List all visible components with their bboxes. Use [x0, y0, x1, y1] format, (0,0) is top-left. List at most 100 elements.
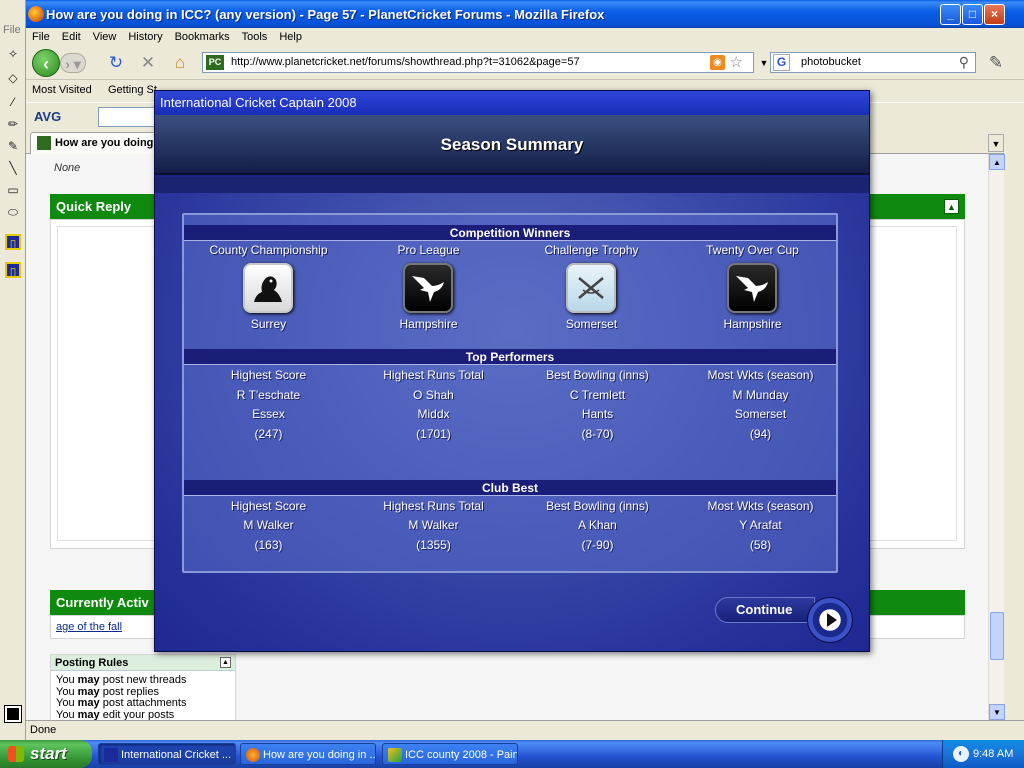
- stat-value: (163): [254, 538, 283, 552]
- menu-tools[interactable]: Tools: [236, 28, 274, 46]
- search-engine-icon[interactable]: G: [773, 54, 790, 71]
- team-name: Middx: [417, 407, 450, 421]
- season-summary-panel: Competition Winners County Championship …: [182, 213, 838, 573]
- ellipse-tool-icon[interactable]: ⬭: [5, 204, 21, 220]
- stat-category: Best Bowling (inns): [546, 368, 649, 382]
- forward-button[interactable]: › ▾: [60, 53, 86, 73]
- color-swatch-icon[interactable]: ▯: [5, 234, 21, 251]
- bookmark-star-icon[interactable]: ☆: [730, 53, 743, 71]
- player-name: R T'eschate: [236, 388, 301, 402]
- rss-feed-icon[interactable]: ◉: [710, 55, 725, 70]
- player-name: M Munday: [732, 388, 789, 402]
- select-tool-icon[interactable]: ✧: [5, 46, 21, 62]
- status-bar: Done: [26, 720, 1024, 740]
- scroll-down-icon[interactable]: ▼: [989, 704, 1005, 720]
- back-button[interactable]: ‹: [32, 49, 60, 77]
- icc-window-title[interactable]: International Cricket Captain 2008: [155, 91, 869, 115]
- line-tool-icon[interactable]: ╲: [5, 160, 21, 176]
- color-swatch-icon[interactable]: ▯: [5, 262, 21, 279]
- taskbar-item-label: International Cricket ...: [121, 749, 232, 761]
- close-button[interactable]: ×: [984, 4, 1005, 25]
- stat-value: (1355): [416, 538, 451, 552]
- posting-rules-list: You may post new threads You may post re…: [56, 674, 187, 720]
- navigation-toolbar: ‹ › ▾ ↻ ✕ ⌂ PC http://www.planetcricket.…: [26, 46, 1024, 80]
- icc-app-icon: [104, 748, 118, 762]
- clock[interactable]: 9:48 AM: [973, 748, 1013, 760]
- continue-arrow-icon[interactable]: [807, 597, 853, 643]
- currently-active-title: Currently Activ: [56, 595, 149, 610]
- minimize-button[interactable]: _: [940, 4, 961, 25]
- taskbar-item-paint[interactable]: ICC county 2008 - Paint: [382, 743, 518, 765]
- menu-bookmarks[interactable]: Bookmarks: [169, 28, 236, 46]
- paint-toolbox: File ✧ ◇ ⁄ ✏ ✎ ╲ ▭ ⬭ ▯ ▯: [0, 0, 26, 740]
- scroll-thumb[interactable]: [990, 612, 1004, 660]
- player-name: M Walker: [408, 518, 459, 532]
- paint-app-icon: [388, 748, 402, 762]
- active-user-link[interactable]: age of the fall: [56, 621, 122, 633]
- posting-rules-box: Posting Rules ▲ You may post new threads…: [50, 654, 236, 720]
- stat-value: (247): [254, 427, 283, 441]
- collapse-icon[interactable]: ▲: [944, 199, 959, 214]
- lion-emblem-icon: [243, 263, 293, 313]
- tab-list-dropdown-icon[interactable]: ▼: [988, 134, 1004, 152]
- menu-view[interactable]: View: [87, 28, 123, 46]
- top-performers-header: Top Performers: [184, 349, 836, 365]
- team-name: Somerset: [734, 407, 787, 421]
- stat-category: Most Wkts (season): [707, 499, 814, 513]
- eraser-tool-icon[interactable]: ◇: [5, 70, 21, 86]
- scroll-up-icon[interactable]: ▲: [989, 154, 1005, 170]
- icc-header-stripe: [155, 177, 869, 193]
- posting-rules-header: Posting Rules ▲: [51, 655, 235, 671]
- reload-icon[interactable]: ↻: [106, 53, 126, 73]
- status-text: Done: [30, 724, 57, 736]
- site-favicon-icon: PC: [206, 55, 224, 70]
- quick-reply-title: Quick Reply: [56, 199, 132, 214]
- competition-name: Challenge Trophy: [544, 243, 639, 257]
- current-color-icon[interactable]: [4, 705, 22, 723]
- maximize-button[interactable]: □: [962, 4, 983, 25]
- continue-button[interactable]: Continue: [715, 597, 815, 623]
- brush-tool-icon[interactable]: ✎: [5, 138, 21, 154]
- competition-winners-header: Competition Winners: [184, 225, 836, 241]
- stat-value: (94): [749, 427, 772, 441]
- menu-file[interactable]: File: [26, 28, 56, 46]
- taskbar: start International Cricket ... How are …: [0, 740, 1024, 768]
- rectangle-tool-icon[interactable]: ▭: [5, 182, 21, 198]
- url-bar[interactable]: PC http://www.planetcricket.net/forums/s…: [202, 52, 754, 73]
- search-icon[interactable]: ⚲: [959, 54, 969, 71]
- menu-help[interactable]: Help: [273, 28, 308, 46]
- paint-file-menu[interactable]: File: [3, 24, 21, 36]
- eyedropper-tool-icon[interactable]: ⁄: [5, 94, 21, 110]
- avg-logo: AVG: [34, 109, 62, 124]
- pencil-tool-icon[interactable]: ✏: [5, 116, 21, 132]
- menu-edit[interactable]: Edit: [56, 28, 87, 46]
- stat-value: (58): [749, 538, 772, 552]
- stat-value: (1701): [416, 427, 451, 441]
- search-input[interactable]: photobucket: [801, 56, 861, 68]
- url-text: http://www.planetcricket.net/forums/show…: [231, 56, 580, 68]
- icc-header: Season Summary: [155, 115, 869, 175]
- extension-icon[interactable]: ✎: [986, 53, 1006, 73]
- hawk-emblem-icon: [727, 263, 777, 313]
- stop-icon[interactable]: ✕: [138, 53, 158, 73]
- start-button[interactable]: start: [0, 740, 92, 768]
- firefox-titlebar[interactable]: How are you doing in ICC? (any version) …: [0, 0, 1024, 28]
- menu-history[interactable]: History: [122, 28, 168, 46]
- page-scrollbar[interactable]: ▲ ▼: [988, 154, 1005, 720]
- taskbar-item-icc[interactable]: International Cricket ...: [98, 743, 236, 765]
- stat-value: (8-70): [581, 427, 614, 441]
- taskbar-item-firefox[interactable]: How are you doing in ...: [240, 743, 376, 765]
- firefox-icon: [28, 6, 44, 22]
- tray-icon[interactable]: ◐: [953, 746, 969, 762]
- winner-name: Hampshire: [723, 317, 782, 331]
- home-icon[interactable]: ⌂: [170, 53, 190, 73]
- collapse-icon[interactable]: ▲: [220, 657, 231, 668]
- tab-forum-thread[interactable]: How are you doing i: [30, 132, 170, 154]
- stat-category: Highest Score: [230, 499, 307, 513]
- stat-category: Highest Runs Total: [383, 368, 484, 382]
- crossed-swords-emblem-icon: [566, 263, 616, 313]
- search-box[interactable]: G photobucket ⚲: [770, 52, 976, 73]
- posting-rule: You may edit your posts: [56, 708, 175, 720]
- winner-name: Hampshire: [399, 317, 458, 331]
- bookmark-most-visited[interactable]: Most Visited: [32, 84, 92, 96]
